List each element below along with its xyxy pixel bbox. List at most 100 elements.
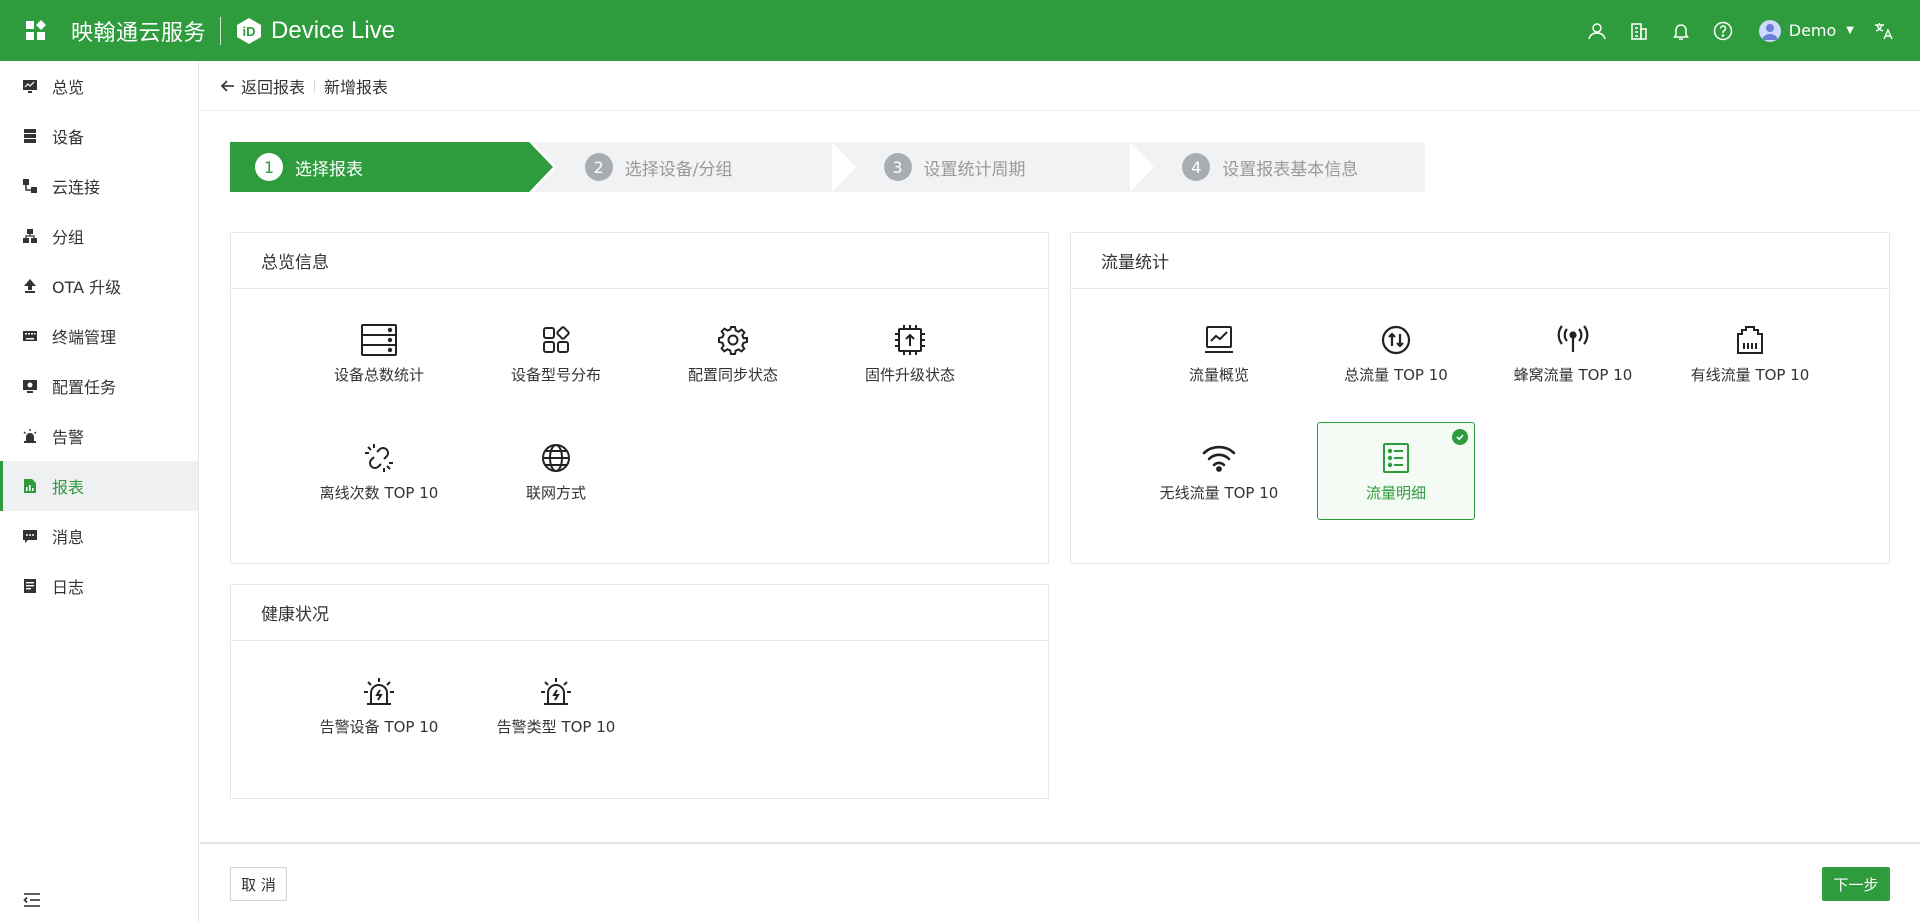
tile-label: 离线次数 TOP 10 xyxy=(319,483,439,502)
report-tile-traffic-overview[interactable]: 流量概览 xyxy=(1140,304,1298,402)
sidebar-item-label: 终端管理 xyxy=(52,328,117,347)
collapse-sidebar-icon[interactable] xyxy=(22,890,42,910)
step-number: 3 xyxy=(883,153,912,181)
tile-label: 告警设备 TOP 10 xyxy=(319,717,439,736)
message-icon xyxy=(22,528,38,544)
report-tile-cellular-top10[interactable]: 蜂窝流量 TOP 10 xyxy=(1494,304,1652,402)
step-label: 选择设备/分组 xyxy=(624,159,733,180)
tile-label: 联网方式 xyxy=(525,483,586,502)
device-live-logo-icon: iD xyxy=(235,17,263,45)
step-1: 1 选择报表 xyxy=(230,142,557,192)
next-step-button[interactable]: 下一步 xyxy=(1822,867,1890,901)
language-icon[interactable] xyxy=(1872,19,1896,43)
sidebar-item-messages[interactable]: 消息 xyxy=(0,511,198,561)
alarm-icon xyxy=(22,428,38,444)
avatar xyxy=(1758,19,1781,42)
top-header: 映翰通云服务 iD Device Live Demo ▼ xyxy=(0,0,1920,61)
report-tile-wireless-top10[interactable]: 无线流量 TOP 10 xyxy=(1140,422,1298,520)
caret-down-icon: ▼ xyxy=(1846,25,1854,36)
sidebar-item-reports[interactable]: 报表 xyxy=(0,461,198,511)
report-icon xyxy=(22,478,38,494)
apps-grid-icon[interactable] xyxy=(23,18,49,44)
sidebar-item-label: OTA 升级 xyxy=(52,278,122,297)
tile-label: 无线流量 TOP 10 xyxy=(1159,483,1279,502)
step-label: 选择报表 xyxy=(295,159,363,180)
step-number: 2 xyxy=(584,153,613,181)
step-number: 4 xyxy=(1182,153,1211,181)
sidebar-item-terminal[interactable]: 终端管理 xyxy=(0,311,198,361)
tile-label: 固件升级状态 xyxy=(864,365,955,384)
siren-icon xyxy=(361,674,397,710)
cancel-button[interactable]: 取 消 xyxy=(230,867,287,901)
sidebar-item-devices[interactable]: 设备 xyxy=(0,111,198,161)
server-icon xyxy=(22,128,38,144)
sidebar-item-logs[interactable]: 日志 xyxy=(0,561,198,611)
sidebar-item-groups[interactable]: 分组 xyxy=(0,211,198,261)
health-panel: 健康状况 告警设备 TOP 10 告警类型 TOP 10 xyxy=(230,584,1049,799)
step-label: 设置报表基本信息 xyxy=(1222,159,1359,180)
panel-title: 流量统计 xyxy=(1071,233,1889,289)
user-menu[interactable]: Demo ▼ xyxy=(1758,19,1854,42)
breadcrumb: 返回报表 新增报表 xyxy=(200,61,1920,111)
antenna-icon xyxy=(1555,322,1591,358)
panel-title: 健康状况 xyxy=(231,585,1048,641)
report-tile-traffic-detail[interactable]: 流量明细 xyxy=(1317,422,1475,520)
step-label: 设置统计周期 xyxy=(923,159,1026,180)
step-2: 2 选择设备/分组 xyxy=(529,142,856,192)
tile-label: 告警类型 TOP 10 xyxy=(496,717,616,736)
tile-label: 有线流量 TOP 10 xyxy=(1690,365,1810,384)
report-tile-alarm-devices-top10[interactable]: 告警设备 TOP 10 xyxy=(300,656,458,754)
sidebar-item-config-tasks[interactable]: 配置任务 xyxy=(0,361,198,411)
back-to-reports-link[interactable]: 返回报表 xyxy=(220,74,305,98)
group-icon xyxy=(22,228,38,244)
cloud-connect-icon xyxy=(22,178,38,194)
wifi-icon xyxy=(1201,440,1237,476)
product-name: Device Live xyxy=(271,16,396,44)
report-tile-wired-top10[interactable]: 有线流量 TOP 10 xyxy=(1671,304,1829,402)
report-tile-device-count[interactable]: 设备总数统计 xyxy=(300,304,458,402)
report-tile-config-sync[interactable]: 配置同步状态 xyxy=(654,304,812,402)
tile-label: 配置同步状态 xyxy=(687,365,778,384)
main-content: 返回报表 新增报表 1 选择报表 2 选择设备/分组 3 设置统计周期 4 设置… xyxy=(200,61,1920,922)
panel-title: 总览信息 xyxy=(231,233,1048,289)
log-icon xyxy=(22,578,38,594)
sidebar-item-alarms[interactable]: 告警 xyxy=(0,411,198,461)
sidebar-item-overview[interactable]: 总览 xyxy=(0,61,198,111)
sidebar-item-label: 报表 xyxy=(52,478,85,497)
tile-label: 蜂窝流量 TOP 10 xyxy=(1513,365,1633,384)
chart-monitor-icon xyxy=(1201,322,1237,358)
tile-label: 总流量 TOP 10 xyxy=(1344,365,1448,384)
siren-icon xyxy=(538,674,574,710)
building-icon[interactable] xyxy=(1627,19,1651,43)
step-3: 3 设置统计周期 xyxy=(828,142,1155,192)
sidebar-item-ota[interactable]: OTA 升级 xyxy=(0,261,198,311)
bell-icon[interactable] xyxy=(1669,19,1693,43)
user-management-icon[interactable] xyxy=(1585,19,1609,43)
report-tile-total-traffic-top10[interactable]: 总流量 TOP 10 xyxy=(1317,304,1475,402)
tile-label: 设备型号分布 xyxy=(510,365,601,384)
traffic-panel: 流量统计 流量概览 总流量 TOP 10 蜂窝流量 TOP 10 有线流量 TO… xyxy=(1070,232,1890,564)
sidebar: 总览 设备 云连接 分组 OTA 升级 终端管理 配置任务 告警 报表 消息 日… xyxy=(0,61,199,922)
report-tile-model-distribution[interactable]: 设备型号分布 xyxy=(477,304,635,402)
sidebar-item-label: 设备 xyxy=(52,128,85,147)
chip-upload-icon xyxy=(892,322,928,358)
sidebar-item-label: 分组 xyxy=(52,228,85,247)
report-tile-network-mode[interactable]: 联网方式 xyxy=(477,422,635,520)
step-4: 4 设置报表基本信息 xyxy=(1126,142,1425,192)
report-tile-offline-top10[interactable]: 离线次数 TOP 10 xyxy=(300,422,458,520)
report-tile-firmware-upgrade[interactable]: 固件升级状态 xyxy=(831,304,989,402)
sidebar-item-label: 云连接 xyxy=(52,178,101,197)
sidebar-item-label: 总览 xyxy=(52,78,85,97)
sidebar-item-label: 告警 xyxy=(52,428,85,447)
sidebar-item-label: 日志 xyxy=(52,578,85,597)
upload-arrow-icon xyxy=(22,278,38,294)
svg-text:iD: iD xyxy=(243,24,256,39)
gear-icon xyxy=(715,322,751,358)
globe-icon xyxy=(538,440,574,476)
help-icon[interactable] xyxy=(1711,19,1735,43)
brand-name: 映翰通云服务 xyxy=(71,20,207,46)
report-tile-alarm-types-top10[interactable]: 告警类型 TOP 10 xyxy=(477,656,635,754)
sidebar-item-cloud-connect[interactable]: 云连接 xyxy=(0,161,198,211)
step-separator xyxy=(1130,142,1155,192)
ethernet-port-icon xyxy=(1732,322,1768,358)
